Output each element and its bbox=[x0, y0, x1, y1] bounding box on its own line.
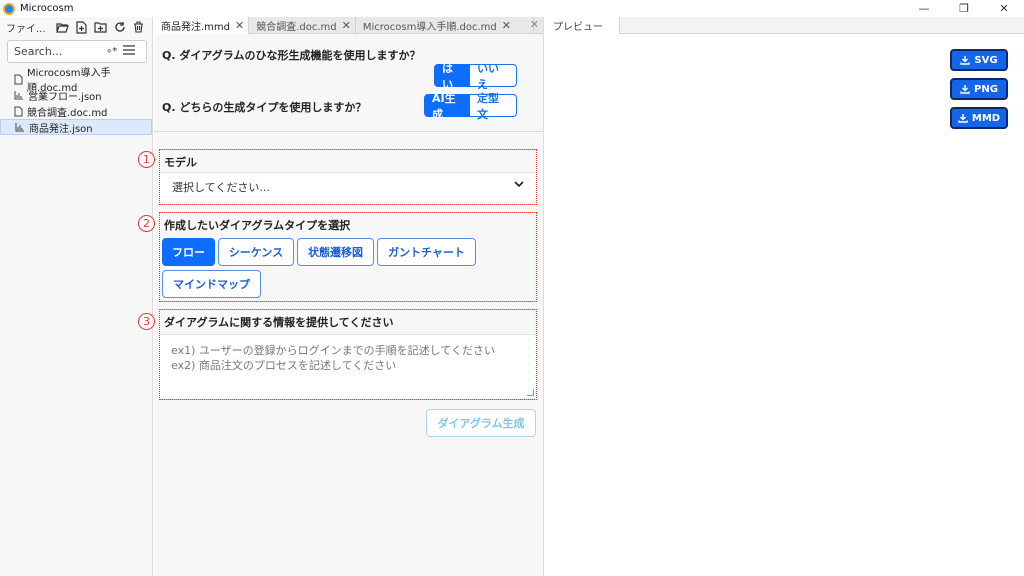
document-icon bbox=[14, 106, 23, 116]
step-model: 1 モデル 選択してください... bbox=[138, 149, 537, 205]
open-folder-icon[interactable] bbox=[56, 21, 69, 34]
new-folder-icon[interactable] bbox=[94, 21, 107, 34]
document-icon bbox=[14, 74, 23, 84]
file-name: 営業フロー.json bbox=[28, 91, 102, 103]
chevron-down-icon bbox=[514, 181, 524, 188]
menu-icon[interactable] bbox=[123, 45, 136, 58]
template-toggle: はい いいえ bbox=[434, 62, 517, 91]
editor-tabs: 商品発注.mmd ✕ 競合調査.doc.md ✕ Microcosm導入手順.d… bbox=[154, 17, 543, 34]
section-divider bbox=[154, 131, 543, 132]
step-number: 3 bbox=[138, 313, 155, 330]
step-number: 1 bbox=[138, 151, 155, 168]
step-label: ダイアグラムに関する情報を提供してください bbox=[164, 316, 394, 329]
download-icon bbox=[960, 85, 970, 94]
model-select[interactable]: 選択してください... bbox=[160, 172, 536, 201]
regex-icon[interactable]: ∘* bbox=[106, 46, 117, 57]
sidebar-toolbar: ファイ... bbox=[0, 17, 152, 37]
editor-panel: 商品発注.mmd ✕ 競合調査.doc.md ✕ Microcosm導入手順.d… bbox=[138, 17, 544, 576]
refresh-icon[interactable] bbox=[113, 21, 126, 34]
download-icon bbox=[960, 56, 971, 65]
step-diagram-type: 2 作成したいダイアグラムタイプを選択 フロー シーケンス 状態遷移図 ガントチ… bbox=[138, 212, 537, 302]
search-input[interactable] bbox=[14, 45, 100, 58]
ai-generate-button[interactable]: AI生成 bbox=[424, 92, 470, 121]
placeholder-line: ex1) ユーザーの登録からログインまでの手順を記述してください bbox=[171, 344, 495, 357]
app-logo-icon bbox=[3, 2, 15, 15]
trash-icon[interactable] bbox=[132, 21, 145, 34]
type-mindmap-button[interactable]: マインドマップ bbox=[162, 270, 261, 298]
download-svg-button[interactable]: SVG bbox=[950, 49, 1008, 71]
sidebar-title: ファイ... bbox=[6, 23, 46, 35]
file-name: 商品発注.json bbox=[29, 123, 93, 135]
minimize-button[interactable]: — bbox=[904, 0, 944, 17]
close-tab-icon[interactable]: ✕ bbox=[342, 19, 351, 32]
generation-type-toggle: AI生成 定型文 bbox=[424, 92, 517, 121]
restore-button[interactable]: ❐ bbox=[944, 0, 984, 17]
tab-item[interactable]: 競合調査.doc.md ✕ bbox=[249, 17, 356, 34]
diagram-info-textarea[interactable]: ex1) ユーザーの登録からログインまでの手順を記述してください ex2) 商品… bbox=[160, 334, 536, 398]
close-tab-icon[interactable]: ✕ bbox=[502, 19, 511, 32]
title-bar: Microcosm — ❐ ✕ bbox=[0, 0, 1024, 17]
new-file-icon[interactable] bbox=[75, 20, 88, 34]
close-window-button[interactable]: ✕ bbox=[984, 0, 1024, 17]
select-value: 選択してください... bbox=[172, 181, 270, 194]
no-button[interactable]: いいえ bbox=[470, 62, 517, 91]
file-sidebar: ファイ... ∘* Microcosm導入手順.doc.md 営業フ bbox=[0, 17, 153, 576]
type-flow-button[interactable]: フロー bbox=[162, 238, 215, 266]
download-label: SVG bbox=[974, 54, 998, 66]
type-sequence-button[interactable]: シーケンス bbox=[218, 238, 294, 266]
file-name: 競合調査.doc.md bbox=[27, 107, 108, 119]
tab-item[interactable]: 商品発注.mmd ✕ bbox=[154, 17, 250, 34]
step-number: 2 bbox=[138, 215, 155, 232]
chart-icon bbox=[15, 123, 24, 132]
file-item-selected[interactable]: 商品発注.json bbox=[0, 119, 152, 135]
step-info: 3 ダイアグラムに関する情報を提供してください ex1) ユーザーの登録からログ… bbox=[138, 309, 537, 400]
tab-label: 競合調査.doc.md bbox=[256, 22, 337, 33]
step-label: モデル bbox=[164, 156, 197, 169]
preview-tabs: プレビュー bbox=[545, 17, 1024, 34]
resize-handle[interactable] bbox=[527, 389, 534, 396]
chart-icon bbox=[14, 91, 23, 100]
download-icon bbox=[958, 114, 968, 123]
window-controls: — ❐ ✕ bbox=[904, 0, 1024, 17]
fixed-text-button[interactable]: 定型文 bbox=[470, 92, 517, 121]
file-item[interactable]: 競合調査.doc.md bbox=[0, 103, 152, 119]
download-label: MMD bbox=[971, 112, 1001, 124]
preview-panel: プレビュー SVG PNG MMD bbox=[545, 17, 1024, 576]
type-gantt-button[interactable]: ガントチャート bbox=[377, 238, 476, 266]
generate-diagram-button[interactable]: ダイアグラム生成 bbox=[426, 409, 536, 437]
close-tab-icon[interactable]: ✕ bbox=[235, 19, 244, 32]
question-generation-type: Q. どちらの生成タイプを使用しますか？ bbox=[162, 101, 367, 114]
tab-label: 商品発注.mmd bbox=[161, 22, 231, 33]
tab-item[interactable]: Microcosm導入手順.doc.md ✕ bbox=[356, 17, 534, 34]
download-png-button[interactable]: PNG bbox=[950, 78, 1008, 100]
tab-label: Microcosm導入手順.doc.md bbox=[362, 22, 497, 33]
question-template: Q. ダイアグラムのひな形生成機能を使用しますか？ bbox=[162, 49, 421, 62]
download-label: PNG bbox=[974, 83, 998, 95]
tab-preview[interactable]: プレビュー bbox=[545, 17, 620, 34]
step-label: 作成したいダイアグラムタイプを選択 bbox=[164, 219, 351, 232]
download-mmd-button[interactable]: MMD bbox=[950, 107, 1008, 129]
placeholder-line: ex2) 商品注文のプロセスを記述してください bbox=[171, 359, 397, 372]
file-list: Microcosm導入手順.doc.md 営業フロー.json 競合調査.doc… bbox=[0, 68, 152, 135]
search-box: ∘* bbox=[7, 40, 147, 63]
type-state-button[interactable]: 状態遷移図 bbox=[297, 238, 374, 266]
yes-button[interactable]: はい bbox=[434, 62, 470, 91]
app-title: Microcosm bbox=[20, 3, 74, 14]
file-item[interactable]: Microcosm導入手順.doc.md bbox=[0, 68, 152, 94]
close-panel-icon[interactable]: ✕ bbox=[530, 18, 539, 31]
